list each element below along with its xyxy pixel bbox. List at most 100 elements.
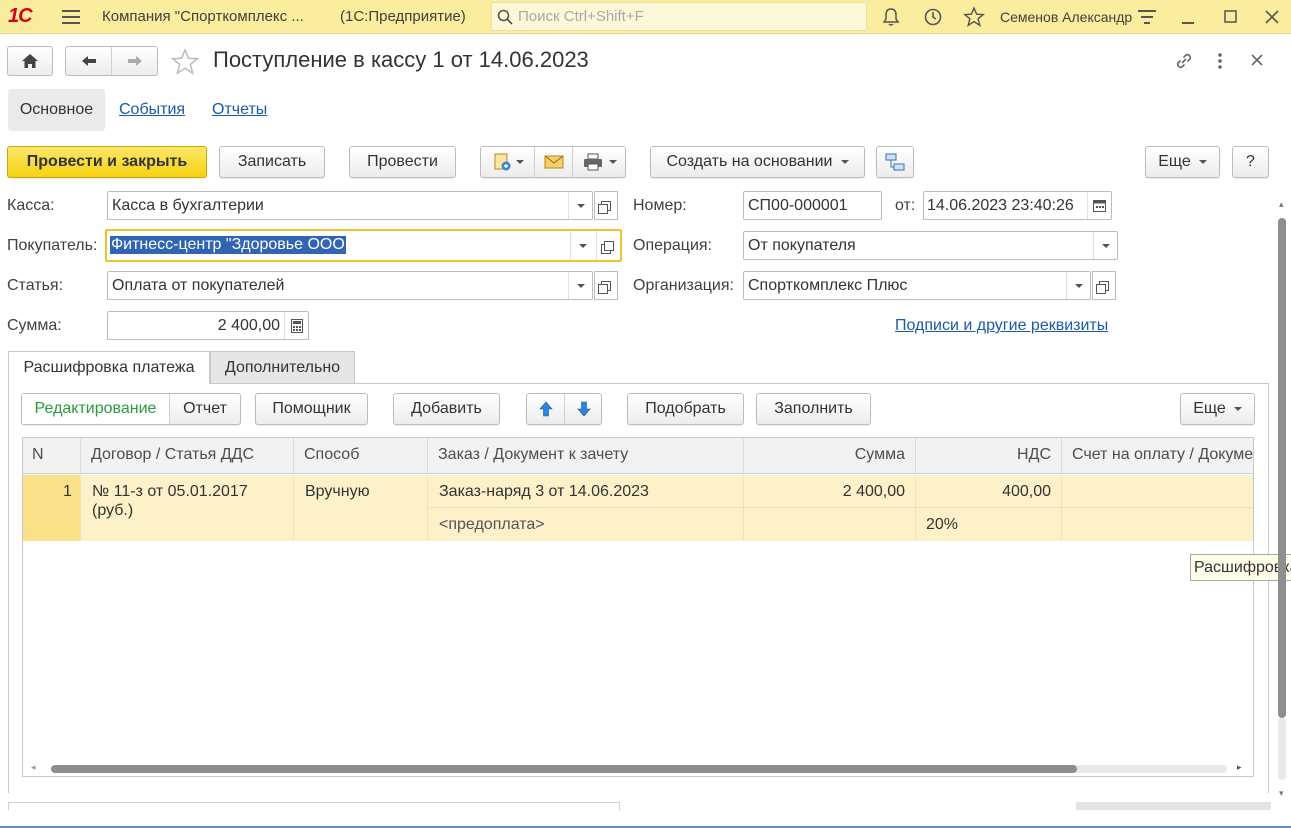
- save-button[interactable]: Записать: [219, 146, 325, 178]
- sum-label: Сумма:: [7, 317, 62, 334]
- forward-button[interactable]: [112, 47, 158, 75]
- buyer-field[interactable]: Фитнесс-центр "Здоровье ООО: [105, 229, 622, 262]
- close-window-icon[interactable]: [1261, 6, 1283, 28]
- number-value: СП00-000001: [748, 197, 848, 214]
- buyer-open-button[interactable]: [596, 231, 620, 260]
- link-icon[interactable]: [1173, 50, 1195, 76]
- buyer-dropdown-button[interactable]: [570, 231, 594, 260]
- main-menu-icon[interactable]: [60, 6, 82, 28]
- post-and-close-button[interactable]: Провести и закрыть: [7, 146, 207, 178]
- invoice-cell[interactable]: [1062, 475, 1253, 508]
- favorite-star-icon[interactable]: [170, 47, 200, 81]
- back-button[interactable]: [66, 47, 112, 75]
- printer-icon: [583, 153, 602, 171]
- payment-table[interactable]: N Договор / Статья ДДС Способ Заказ / До…: [22, 437, 1254, 777]
- structure-button[interactable]: [876, 146, 914, 178]
- operation-label: Операция:: [633, 237, 713, 254]
- kassa-field[interactable]: Касса в бухгалтерии: [107, 191, 593, 220]
- comment-field-partial[interactable]: [8, 802, 620, 810]
- vertical-scrollbar-track[interactable]: [1278, 718, 1286, 780]
- kassa-label: Касса:: [7, 197, 55, 214]
- document-structure-icon: [885, 153, 905, 171]
- attach-file-button[interactable]: [481, 147, 535, 177]
- home-icon: [22, 54, 38, 68]
- close-icon[interactable]: [1250, 53, 1264, 71]
- create-based-on-button[interactable]: Создать на основании: [650, 146, 865, 178]
- organization-field[interactable]: Спорткомплекс Плюс: [743, 271, 1091, 300]
- print-button[interactable]: [573, 147, 626, 177]
- column-header-n[interactable]: N: [23, 438, 81, 474]
- calculator-button[interactable]: [284, 312, 308, 339]
- assistant-button[interactable]: Помощник: [255, 393, 368, 425]
- tab-main[interactable]: Основное: [8, 89, 105, 131]
- top-bar: 1С Компания "Спорткомплекс ... (1С:Предп…: [0, 0, 1291, 34]
- move-down-button[interactable]: [565, 394, 602, 424]
- more-label: Еще: [1158, 153, 1191, 170]
- arrow-down-icon: [576, 401, 591, 417]
- post-button[interactable]: Провести: [349, 146, 456, 178]
- kassa-open-button[interactable]: [594, 191, 618, 220]
- add-button[interactable]: Добавить: [393, 393, 500, 425]
- arrow-up-icon: [538, 401, 553, 417]
- buyer-label: Покупатель:: [7, 237, 98, 254]
- move-up-button[interactable]: [527, 394, 565, 424]
- table-more-button[interactable]: Еще: [1180, 393, 1255, 425]
- column-header-vat[interactable]: НДС: [916, 438, 1062, 474]
- scroll-right-icon[interactable]: ▸: [1237, 762, 1242, 773]
- row-number: 1: [63, 483, 72, 500]
- bell-icon[interactable]: [880, 6, 902, 28]
- vertical-scrollbar-thumb[interactable]: [1278, 218, 1286, 718]
- scroll-left-icon[interactable]: ◂: [31, 762, 36, 773]
- pick-button[interactable]: Подобрать: [627, 393, 744, 425]
- tab-payment-decode[interactable]: Расшифровка платежа: [8, 351, 210, 384]
- sum-field[interactable]: 2 400,00: [107, 311, 309, 340]
- edit-mode-button[interactable]: Редактирование: [22, 394, 170, 424]
- page-title: Поступление в кассу 1 от 14.06.2023: [213, 47, 589, 72]
- home-button[interactable]: [7, 46, 53, 76]
- help-button[interactable]: ?: [1232, 146, 1269, 178]
- number-field[interactable]: СП00-000001: [743, 191, 882, 220]
- column-header-invoice[interactable]: Счет на оплату / Документ: [1062, 438, 1253, 474]
- tab-additional[interactable]: Дополнительно: [210, 351, 355, 383]
- view-mode-switch: Редактирование Отчет: [21, 393, 241, 425]
- operation-field[interactable]: От покупателя: [743, 231, 1118, 260]
- column-header-contract[interactable]: Договор / Статья ДДС: [81, 438, 294, 474]
- buyer-value: Фитнесс-центр "Здоровье ООО: [110, 236, 346, 254]
- more-vertical-icon[interactable]: [1210, 51, 1230, 75]
- horizontal-scrollbar-thumb[interactable]: [51, 765, 1077, 773]
- signatures-link[interactable]: Подписи и другие реквизиты: [895, 317, 1108, 335]
- open-icon: [598, 200, 611, 214]
- order-value: Заказ-наряд 3 от 14.06.2023: [439, 483, 649, 500]
- settings-menu-icon[interactable]: [1136, 6, 1158, 28]
- column-header-method[interactable]: Способ: [294, 438, 428, 474]
- minimize-icon[interactable]: [1178, 6, 1200, 28]
- history-icon[interactable]: [922, 6, 944, 28]
- user-name[interactable]: Семенов Александр: [1000, 9, 1132, 25]
- arrow-right-icon: [128, 56, 142, 66]
- column-header-order[interactable]: Заказ / Документ к зачету: [428, 438, 744, 474]
- column-header-sum[interactable]: Сумма: [744, 438, 916, 474]
- search-input[interactable]: Поиск Ctrl+Shift+F: [491, 2, 867, 31]
- article-field[interactable]: Оплата от покупателей: [107, 271, 593, 300]
- date-field[interactable]: 14.06.2023 23:40:26: [923, 191, 1112, 220]
- maximize-icon[interactable]: [1220, 6, 1242, 28]
- tab-events[interactable]: События: [119, 101, 185, 119]
- kassa-dropdown-button[interactable]: [568, 192, 592, 219]
- scroll-up-icon[interactable]: ▴: [1279, 199, 1284, 210]
- article-dropdown-button[interactable]: [568, 272, 592, 299]
- arrow-left-icon: [81, 56, 96, 66]
- tab-reports[interactable]: Отчеты: [212, 101, 267, 119]
- send-email-button[interactable]: [535, 147, 573, 177]
- organization-open-button[interactable]: [1092, 271, 1116, 300]
- date-label: от:: [895, 197, 916, 214]
- calendar-button[interactable]: [1087, 192, 1111, 219]
- favorites-star-icon[interactable]: [963, 6, 985, 28]
- organization-dropdown-button[interactable]: [1066, 272, 1090, 299]
- report-mode-button[interactable]: Отчет: [170, 394, 240, 424]
- scroll-down-icon[interactable]: ▾: [1279, 788, 1284, 799]
- more-button[interactable]: Еще: [1145, 146, 1220, 178]
- fill-button[interactable]: Заполнить: [756, 393, 871, 425]
- sum-sub-cell: [744, 508, 916, 541]
- operation-dropdown-button[interactable]: [1093, 232, 1117, 259]
- article-open-button[interactable]: [594, 271, 618, 300]
